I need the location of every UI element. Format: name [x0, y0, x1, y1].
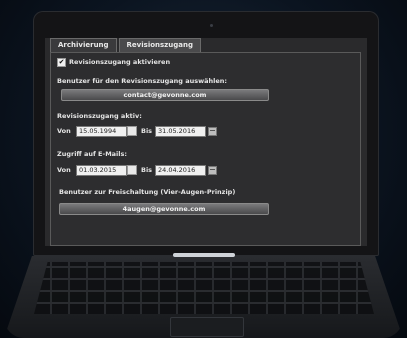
trackpad [170, 317, 244, 337]
select-user-label: Benutzer für den Revisionszugang auswähl… [57, 77, 227, 85]
active-to-calendar-icon[interactable] [208, 127, 217, 136]
active-period-label: Revisionszugang aktiv: [57, 112, 142, 120]
webcam-icon [210, 24, 213, 27]
keyboard-rows [34, 262, 374, 314]
email-from-calendar-icon[interactable] [127, 165, 137, 175]
email-to-input[interactable]: 24.04.2016 [155, 165, 206, 176]
tab-revisionszugang[interactable]: Revisionszugang [118, 38, 201, 52]
active-to-input[interactable]: 31.05.2016 [155, 126, 206, 137]
approval-label: Benutzer zur Freischaltung (Vier-Augen-P… [59, 188, 236, 196]
email-access-label: Zugriff auf E-Mails: [57, 150, 127, 158]
tab-bar: Archivierung Revisionszugang [50, 38, 203, 52]
email-from-input[interactable]: 01.03.2015 [76, 165, 127, 176]
email-to-calendar-icon[interactable] [208, 166, 217, 175]
active-from-label: Von [57, 127, 71, 135]
active-from-input[interactable]: 15.05.1994 [76, 126, 127, 137]
enable-revision-label: Revisionszugang aktivieren [69, 58, 171, 66]
hinge [173, 253, 235, 257]
active-to-label: Bis [141, 127, 153, 135]
email-from-label: Von [57, 166, 71, 174]
tab-archivierung[interactable]: Archivierung [50, 38, 117, 52]
approval-user-button[interactable]: 4augen@gevonne.com [59, 203, 269, 215]
revision-panel: ✔ Revisionszugang aktivieren Benutzer fü… [50, 52, 361, 246]
enable-revision-checkbox[interactable]: ✔ [57, 58, 66, 67]
app-screen: Archivierung Revisionszugang ✔ Revisions… [45, 38, 367, 246]
revision-user-button[interactable]: contact@gevonne.com [61, 89, 269, 101]
email-to-label: Bis [141, 166, 153, 174]
active-from-calendar-icon[interactable] [127, 126, 137, 136]
